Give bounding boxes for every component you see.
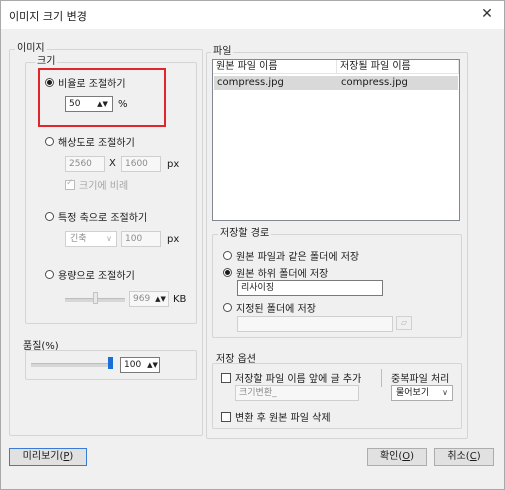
highlight-box xyxy=(38,68,166,127)
window-title: 이미지 크기 변경 xyxy=(9,10,87,23)
same-folder-radio-dot[interactable] xyxy=(223,251,232,260)
prefix-check-icon[interactable] xyxy=(221,372,231,383)
chevron-down-icon: ∨ xyxy=(442,388,448,397)
filesize-unit: KB xyxy=(173,294,187,305)
proportional-label: 크기에 비례 xyxy=(79,181,129,192)
custom-folder-input[interactable] xyxy=(237,316,393,332)
resize-dialog: 이미지 크기 변경 ✕ 이미지 크기 비율로 조절하기 50 ▲▼ % 해상도로… xyxy=(0,0,505,490)
column-header-original[interactable]: 원본 파일 이름 xyxy=(213,60,337,74)
resolution-radio-dot[interactable] xyxy=(45,137,54,146)
cell-original: compress.jpg xyxy=(217,77,284,88)
prefix-input[interactable]: 크기변환_ xyxy=(235,385,359,401)
custom-folder-radio-dot[interactable] xyxy=(223,303,232,312)
axis-radio-label: 특정 축으로 조절하기 xyxy=(58,213,148,224)
delete-original-checkbox[interactable]: 변환 후 원본 파일 삭제 xyxy=(221,409,331,424)
cell-saved: compress.jpg xyxy=(341,77,408,88)
file-table[interactable]: 원본 파일 이름 저장될 파일 이름 compress.jpg compress… xyxy=(212,59,460,221)
filesize-spin-icon[interactable]: ▲▼ xyxy=(155,292,166,306)
ok-button[interactable]: 확인(O) xyxy=(367,448,427,466)
quality-slider-thumb[interactable] xyxy=(108,357,113,369)
same-folder-radio[interactable]: 원본 파일과 같은 폴더에 저장 xyxy=(223,248,359,263)
save-path-label: 저장할 경로 xyxy=(218,228,272,240)
axis-value-input[interactable]: 100 xyxy=(121,231,161,247)
preview-button[interactable]: 미리보기(P) xyxy=(9,448,87,466)
filesize-slider-thumb[interactable] xyxy=(93,292,98,304)
prefix-label: 저장할 파일 이름 앞에 글 추가 xyxy=(235,374,362,385)
subfolder-name-input[interactable]: 리사이징 xyxy=(237,280,383,296)
close-icon[interactable]: ✕ xyxy=(478,5,496,23)
subfolder-label: 원본 하위 폴더에 저장 xyxy=(236,269,329,280)
axis-radio[interactable]: 특정 축으로 조절하기 xyxy=(45,209,147,224)
quality-spin-icon[interactable]: ▲▼ xyxy=(147,358,158,372)
chevron-down-icon: ∨ xyxy=(106,234,112,243)
delete-original-label: 변환 후 원본 파일 삭제 xyxy=(235,413,331,424)
filesize-radio-dot[interactable] xyxy=(45,270,54,279)
axis-unit: px xyxy=(167,234,180,245)
cancel-button[interactable]: 취소(C) xyxy=(434,448,494,466)
filesize-radio[interactable]: 용량으로 조절하기 xyxy=(45,267,135,282)
same-folder-label: 원본 파일과 같은 폴더에 저장 xyxy=(236,252,360,263)
resolution-radio[interactable]: 해상도로 조절하기 xyxy=(45,134,135,149)
image-group-label: 이미지 xyxy=(15,43,47,55)
resolution-times: X xyxy=(109,158,116,169)
axis-radio-dot[interactable] xyxy=(45,212,54,221)
options-divider xyxy=(381,369,382,387)
file-group-label: 파일 xyxy=(211,46,234,58)
delete-original-check-icon[interactable] xyxy=(221,411,231,422)
resolution-unit: px xyxy=(167,159,180,170)
proportional-checkbox[interactable]: 크기에 비례 xyxy=(65,177,128,192)
proportional-check-icon[interactable] xyxy=(65,178,75,190)
prefix-checkbox[interactable]: 저장할 파일 이름 앞에 글 추가 xyxy=(221,370,361,385)
axis-select[interactable]: 긴축 ∨ xyxy=(65,231,117,247)
title-bar: 이미지 크기 변경 ✕ xyxy=(1,1,504,29)
resolution-width-input[interactable]: 2560 xyxy=(65,156,105,172)
subfolder-radio-dot[interactable] xyxy=(223,268,232,277)
size-group-label: 크기 xyxy=(35,56,58,68)
column-header-saved[interactable]: 저장될 파일 이름 xyxy=(337,60,459,74)
custom-folder-radio[interactable]: 지정된 폴더에 저장 xyxy=(223,300,316,315)
table-row[interactable]: compress.jpg compress.jpg xyxy=(214,76,458,90)
quality-slider-track[interactable] xyxy=(31,363,113,367)
custom-folder-label: 지정된 폴더에 저장 xyxy=(236,304,316,315)
folder-picker-icon[interactable]: ▱ xyxy=(396,316,412,330)
subfolder-radio[interactable]: 원본 하위 폴더에 저장 xyxy=(223,265,328,280)
filesize-radio-label: 용량으로 조절하기 xyxy=(58,271,135,282)
duplicate-label: 중복파일 처리 xyxy=(391,374,450,385)
resolution-height-input[interactable]: 1600 xyxy=(121,156,161,172)
resolution-radio-label: 해상도로 조절하기 xyxy=(58,138,135,149)
duplicate-select[interactable]: 물어보기 ∨ xyxy=(391,385,453,401)
